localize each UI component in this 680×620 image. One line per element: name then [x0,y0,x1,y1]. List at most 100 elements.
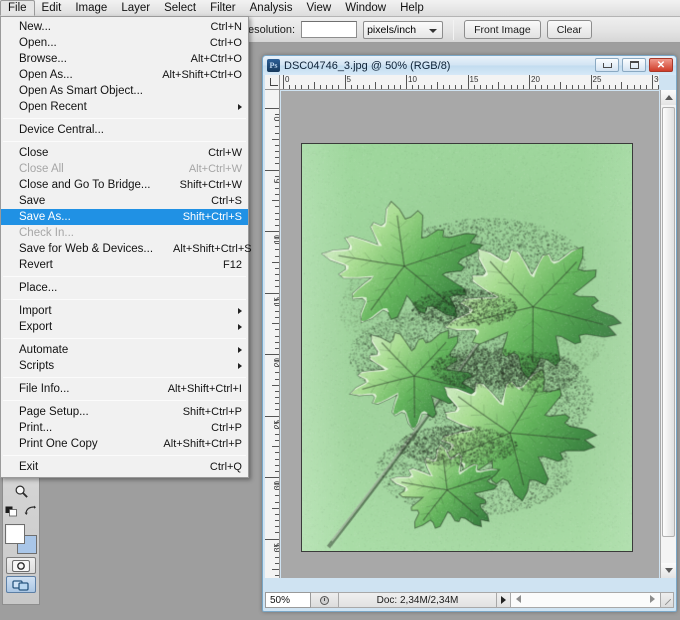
resize-grip[interactable] [661,592,674,608]
ruler-minor-tick [275,114,279,116]
ruler-minor-tick [275,409,279,411]
horizontal-scrollbar[interactable] [511,592,661,608]
screen-mode-button[interactable] [6,576,36,593]
ruler-minor-tick [461,85,463,89]
ruler-minor-tick [430,85,432,89]
menu-item-open[interactable]: Open... Ctrl+O [1,35,248,51]
ruler-minor-tick [424,85,426,89]
ruler-minor-tick [485,85,487,89]
horizontal-ruler[interactable]: 0 5 10 15 20 25 30 [280,75,659,90]
magnifier-icon [15,485,28,498]
menu-item-label: Device Central... [19,124,105,136]
menu-item-automate[interactable]: Automate [1,342,248,358]
resolution-input[interactable] [301,21,358,38]
zoom-tool-button[interactable] [12,481,31,501]
menu-item-open-as-smart-object[interactable]: Open As Smart Object... [1,83,248,99]
menu-item-file-info[interactable]: File Info... Alt+Shift+Ctrl+I [1,381,248,397]
menu-item-revert[interactable]: Revert F12 [1,257,248,273]
menu-item-new[interactable]: New... Ctrl+N [1,19,248,35]
scroll-down-button[interactable] [661,563,676,578]
triangle-up-icon [664,95,673,100]
menu-item-shortcut: Shift+Ctrl+P [182,406,242,418]
scroll-up-button[interactable] [661,90,676,105]
ruler-minor-tick [275,483,279,485]
ruler-minor-tick [565,85,567,89]
front-image-button[interactable]: Front Image [464,20,541,39]
status-expand-button[interactable] [497,592,511,608]
quick-mask-button[interactable] [6,557,36,574]
menu-item-print[interactable]: Print... Ctrl+P [1,420,248,436]
clock-icon [320,595,329,605]
menu-item-scripts[interactable]: Scripts [1,358,248,374]
menu-item-close-and-go-to-bridge[interactable]: Close and Go To Bridge... Shift+Ctrl+W [1,177,248,193]
triangle-right-icon [501,596,506,604]
menubar-item-analysis[interactable]: Analysis [243,0,300,16]
menu-item-device-central[interactable]: Device Central... [1,122,248,138]
ruler-minor-tick [272,507,279,509]
ruler-minor-tick [275,360,279,362]
menubar-item-file[interactable]: File [0,0,35,16]
foreground-color-swatch[interactable] [5,524,25,544]
scroll-right-button[interactable] [646,593,659,605]
menu-item-save[interactable]: Save Ctrl+S [1,193,248,209]
swap-colors-button[interactable] [21,501,39,521]
menu-item-export[interactable]: Export [1,319,248,335]
menu-item-print-one-copy[interactable]: Print One Copy Alt+Shift+Ctrl+P [1,436,248,452]
ruler-minor-tick [275,237,279,239]
default-colors-button[interactable] [3,501,21,521]
menu-item-save-for-web-devices[interactable]: Save for Web & Devices... Alt+Shift+Ctrl+… [1,241,252,257]
ruler-minor-tick [275,317,279,319]
menu-item-label: Close All [19,163,64,175]
minimize-button[interactable] [595,58,619,72]
ruler-minor-tick [559,82,561,89]
menubar-item-select[interactable]: Select [157,0,203,16]
menubar-item-image[interactable]: Image [68,0,114,16]
close-button[interactable]: ✕ [649,58,673,72]
ruler-minor-tick [275,440,279,442]
zoom-level-field[interactable]: 50% [265,592,311,608]
menubar-item-filter[interactable]: Filter [203,0,243,16]
canvas-scroll-area[interactable] [281,91,659,578]
menubar-item-help[interactable]: Help [393,0,431,16]
ruler-minor-tick [645,85,647,89]
ruler-tick [467,75,469,89]
document-title-bar[interactable]: Ps DSC04746_3.jpg @ 50% (RGB/8) ✕ [263,56,676,75]
vertical-scroll-thumb[interactable] [662,107,675,537]
vertical-scrollbar[interactable] [660,90,676,578]
vertical-ruler[interactable]: 05101520253035 [265,90,280,578]
ruler-minor-tick [272,200,279,202]
ruler-minor-tick [615,85,617,89]
ruler-tick [652,75,653,89]
menu-item-exit[interactable]: Exit Ctrl+Q [1,459,248,475]
ruler-origin-corner[interactable] [265,75,280,90]
scroll-left-button[interactable] [512,593,525,605]
ruler-minor-tick [307,85,309,89]
menu-item-open-recent[interactable]: Open Recent [1,99,248,115]
image-artboard[interactable] [301,143,633,552]
menu-item-place[interactable]: Place... [1,280,248,296]
document-body: 0 5 10 15 20 25 30 05101520253035 50% [263,75,676,611]
timing-indicator[interactable] [311,592,339,608]
menu-item-close-all: Close All Alt+Ctrl+W [1,161,248,177]
menubar-item-edit[interactable]: Edit [35,0,69,16]
ruler-minor-tick [455,85,457,89]
restore-button[interactable] [622,58,646,72]
menu-item-import[interactable]: Import [1,303,248,319]
clear-button[interactable]: Clear [546,20,592,39]
ruler-minor-tick [627,85,629,89]
menu-item-shortcut: F12 [223,259,242,271]
menu-item-label: Save As... [19,211,71,223]
menu-item-page-setup[interactable]: Page Setup... Shift+Ctrl+P [1,404,248,420]
ruler-minor-tick [275,329,279,331]
menubar-item-layer[interactable]: Layer [114,0,157,16]
menu-item-shortcut: Alt+Shift+Ctrl+P [163,438,242,450]
ruler-minor-tick [275,286,279,288]
menu-item-open-as[interactable]: Open As... Alt+Shift+Ctrl+O [1,67,248,83]
menubar-item-window[interactable]: Window [338,0,393,16]
menu-item-close[interactable]: Close Ctrl+W [1,145,248,161]
menubar-item-view[interactable]: View [299,0,338,16]
menu-item-browse[interactable]: Browse... Alt+Ctrl+O [1,51,248,67]
menu-item-save-as[interactable]: Save As... Shift+Ctrl+S [1,209,248,225]
ruler-minor-tick [275,421,279,423]
resolution-units-select[interactable]: pixels/inch [363,20,444,39]
